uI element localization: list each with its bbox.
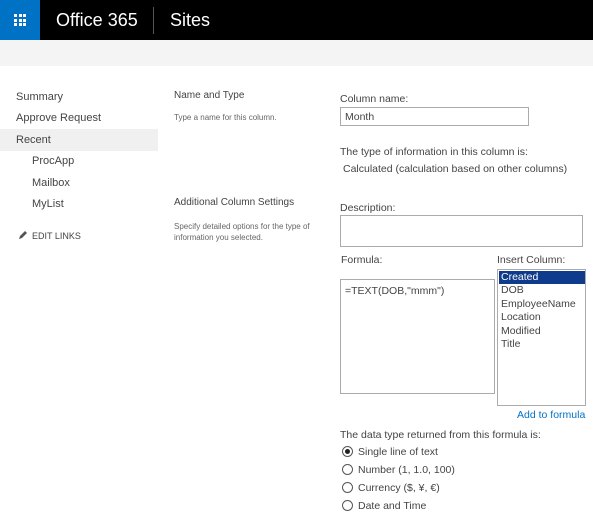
return-type-label: The data type returned from this formula…	[340, 429, 541, 441]
nav-item-mailbox[interactable]: Mailbox	[32, 177, 70, 189]
edit-links-label: EDIT LINKS	[32, 231, 81, 241]
app-title[interactable]: Sites	[170, 10, 210, 31]
nav-item-recent[interactable]: Recent	[16, 134, 51, 146]
radio-date-and-time[interactable]	[342, 500, 353, 511]
ribbon-band	[0, 40, 593, 66]
description-label: Description:	[340, 202, 396, 214]
office-365-brand[interactable]: Office 365	[56, 10, 138, 31]
column-option-dob[interactable]: DOB	[499, 284, 585, 297]
radio-label-number: Number (1, 1.0, 100)	[358, 464, 455, 476]
column-option-created[interactable]: Created	[499, 271, 585, 284]
insert-column-listbox[interactable]: Created DOB EmployeeName Location Modifi…	[497, 269, 586, 406]
add-to-formula-link[interactable]: Add to formula	[517, 409, 585, 421]
type-value: Calculated (calculation based on other c…	[343, 163, 568, 175]
column-name-label: Column name:	[340, 93, 409, 105]
app-launcher-button[interactable]	[0, 0, 40, 40]
insert-column-label: Insert Column:	[497, 254, 566, 266]
additional-settings-title: Additional Column Settings	[174, 197, 295, 208]
name-type-title: Name and Type	[174, 90, 245, 101]
suite-bar: Office 365 Sites	[0, 0, 593, 40]
column-option-employeename[interactable]: EmployeeName	[499, 298, 585, 311]
radio-label-currency: Currency ($, ¥, €)	[358, 482, 440, 494]
column-name-input[interactable]: Month	[340, 107, 529, 126]
radio-single-line-of-text[interactable]	[342, 446, 353, 457]
column-option-modified[interactable]: Modified	[499, 325, 585, 338]
description-textarea[interactable]	[340, 215, 583, 247]
suite-bar-divider	[153, 7, 154, 34]
column-option-location[interactable]: Location	[499, 311, 585, 324]
pencil-icon	[19, 231, 27, 239]
column-option-title[interactable]: Title	[499, 338, 585, 351]
radio-label-date-time: Date and Time	[358, 500, 427, 512]
radio-currency[interactable]	[342, 482, 353, 493]
waffle-icon	[14, 14, 26, 26]
radio-number[interactable]	[342, 464, 353, 475]
formula-label: Formula:	[341, 254, 383, 266]
additional-settings-description: Specify detailed options for the type of…	[174, 222, 310, 242]
name-type-description: Type a name for this column.	[174, 113, 277, 122]
nav-item-procapp[interactable]: ProcApp	[32, 155, 74, 167]
radio-label-single-line: Single line of text	[358, 446, 438, 458]
nav-item-mylist[interactable]: MyList	[32, 198, 64, 210]
nav-item-approve-request[interactable]: Approve Request	[16, 112, 101, 124]
nav-item-summary[interactable]: Summary	[16, 91, 63, 103]
type-label: The type of information in this column i…	[340, 146, 528, 158]
edit-links-button[interactable]: EDIT LINKS	[18, 230, 81, 241]
formula-textarea[interactable]: =TEXT(DOB,"mmm")	[340, 279, 495, 394]
